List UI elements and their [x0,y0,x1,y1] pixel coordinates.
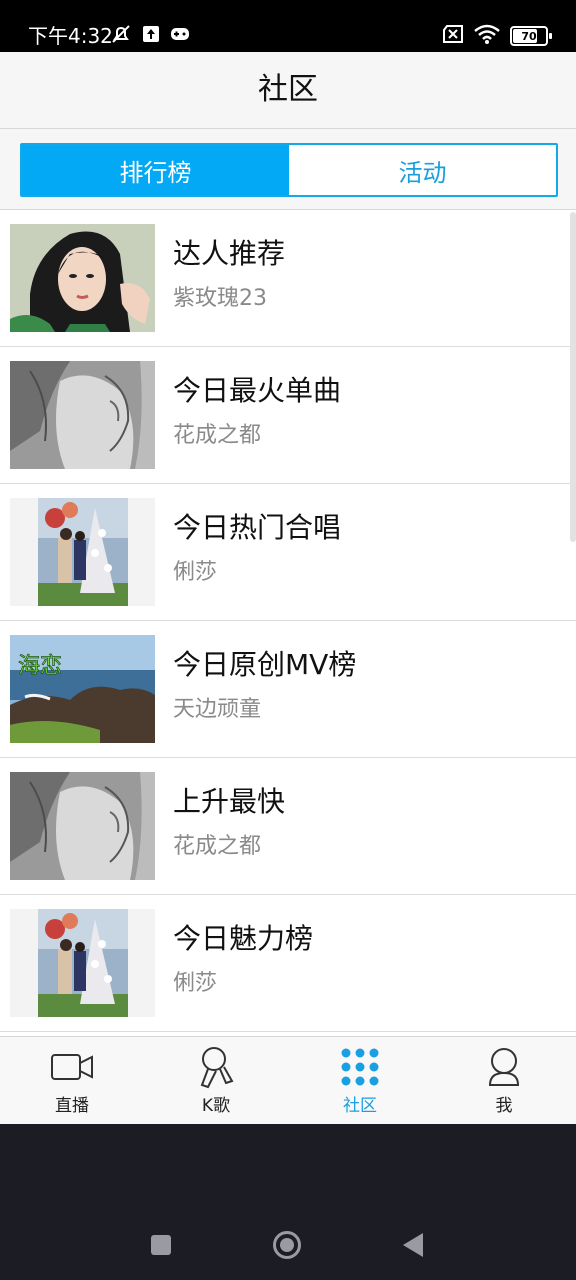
nav-live[interactable]: 直播 [0,1037,144,1125]
status-bar: 下午4:32 70 [0,0,576,52]
nav-label: K歌 [201,1096,231,1116]
item-subtitle: 俐莎 [173,560,218,585]
gamepad-icon [170,26,190,46]
item-title: 今日魅力榜 [173,922,314,955]
system-nav-bar [0,1124,576,1280]
microphone-icon [192,1045,240,1089]
bottom-nav: 直播 K歌 社区 我 [0,1036,576,1125]
battery-icon: 70 [510,26,552,46]
segment-bar: 排行榜 活动 [0,129,576,210]
page-title: 社区 [258,72,318,107]
battery-level: 70 [521,29,537,43]
thumbnail-seaside: 海恋 [10,635,155,743]
nav-label: 直播 [55,1096,89,1116]
segmented-control: 排行榜 活动 [20,143,558,197]
nav-community[interactable]: 社区 [288,1037,432,1125]
item-subtitle: 花成之都 [173,834,262,859]
nav-me[interactable]: 我 [432,1037,576,1125]
list-item[interactable]: 今日最火单曲 花成之都 [0,347,576,484]
title-bar: 社区 [0,52,576,129]
tab-activities[interactable]: 活动 [289,145,556,195]
item-subtitle: 紫玫瑰23 [173,286,267,311]
list-item[interactable]: 海恋 今日原创MV榜 天边顽童 [0,621,576,758]
item-title: 今日热门合唱 [173,511,342,544]
svg-text:海恋: 海恋 [18,654,62,679]
wifi-icon [474,24,500,48]
item-subtitle: 天边顽童 [173,697,262,722]
video-camera-icon [48,1045,96,1089]
mute-bell-icon [110,23,132,49]
item-title: 达人推荐 [173,237,286,270]
thumbnail-sketch [10,361,155,469]
status-time: 下午4:32 [28,24,113,48]
upload-notification-icon [142,25,160,47]
list-item[interactable]: 达人推荐 紫玫瑰23 [0,210,576,347]
list-item[interactable]: 上升最快 花成之都 [0,758,576,895]
thumbnail-photo-flowers [10,909,155,1017]
thumbnail-portrait [10,224,155,332]
item-title: 今日原创MV榜 [173,648,357,681]
list-item[interactable]: 今日魅力榜 俐莎 [0,895,576,1032]
home-circle-icon[interactable] [272,1230,302,1264]
person-icon [480,1045,528,1089]
nav-label: 社区 [343,1096,377,1116]
item-title: 上升最快 [173,785,286,818]
item-subtitle: 花成之都 [173,423,262,448]
list-scrollbar[interactable] [570,212,576,542]
back-triangle-icon[interactable] [402,1232,424,1262]
tab-ranking[interactable]: 排行榜 [22,145,289,195]
nav-label: 我 [495,1096,513,1116]
item-subtitle: 俐莎 [173,971,218,996]
recents-square-icon[interactable] [150,1234,172,1260]
thumbnail-sketch [10,772,155,880]
no-sim-icon [442,24,464,48]
dots-grid-icon [336,1045,384,1089]
thumbnail-photo-flowers [10,498,155,606]
item-title: 今日最火单曲 [173,374,342,407]
ranking-list: 达人推荐 紫玫瑰23 今日最火单曲 花成之都 今日热门合唱 俐莎 海恋 今日原创… [0,210,576,1036]
nav-karaoke[interactable]: K歌 [144,1037,288,1125]
list-item[interactable]: 今日热门合唱 俐莎 [0,484,576,621]
